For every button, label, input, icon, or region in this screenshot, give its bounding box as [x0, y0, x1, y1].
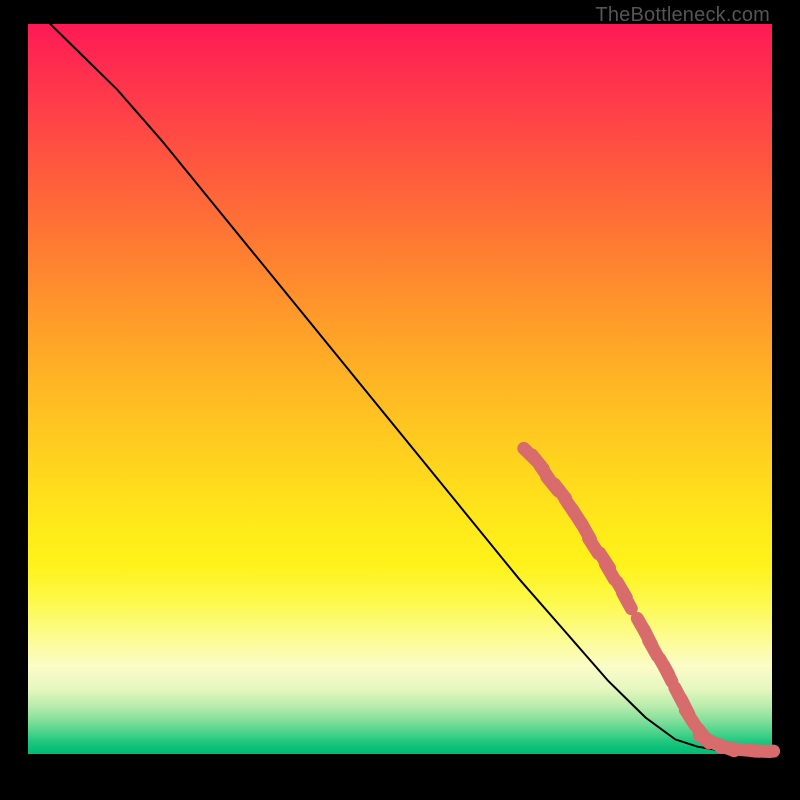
chart-marker [623, 593, 632, 609]
chart-stage: TheBottleneck.com [0, 0, 800, 800]
chart-marker [605, 564, 614, 580]
chart-overlay-svg [0, 0, 800, 800]
chart-marker-group [524, 448, 774, 751]
chart-marker [685, 710, 695, 725]
chart-marker [664, 666, 672, 682]
